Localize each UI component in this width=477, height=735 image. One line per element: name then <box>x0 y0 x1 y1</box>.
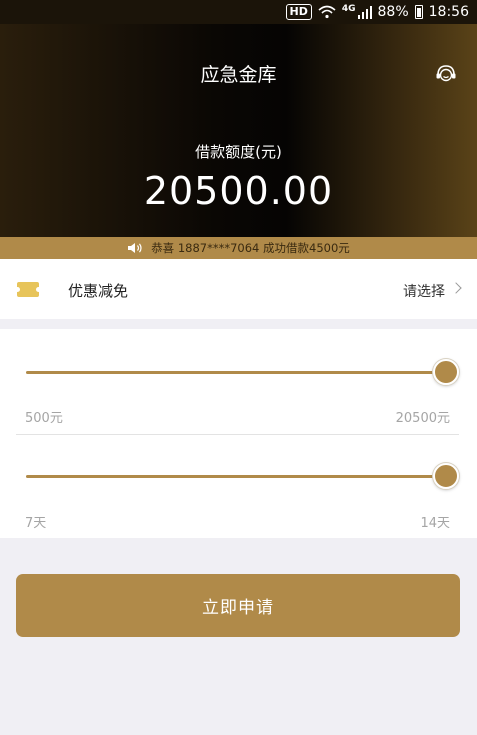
coupon-select-text[interactable]: 请选择 <box>403 281 445 301</box>
term-slider-track[interactable] <box>26 475 446 478</box>
customer-service-icon[interactable] <box>435 64 457 84</box>
hd-badge: HD <box>285 4 312 20</box>
term-max-label: 14天 <box>420 516 450 531</box>
battery-percent: 88% <box>377 4 409 20</box>
slider-divider <box>16 434 459 435</box>
amount-max-label: 20500元 <box>395 411 450 426</box>
amount-slider-track[interactable] <box>26 371 446 374</box>
apply-button[interactable]: 立即申请 <box>16 574 460 637</box>
signal-icon <box>357 5 372 19</box>
coupon-row[interactable]: 优惠减免 请选择 <box>0 259 477 319</box>
speaker-icon <box>128 243 142 253</box>
coupon-label: 优惠减免 <box>68 282 129 300</box>
term-min-label: 7天 <box>25 516 47 531</box>
credit-limit-label: 借款额度(元) <box>195 143 282 161</box>
network-type: 4G <box>341 4 356 14</box>
chevron-right-icon <box>450 282 462 294</box>
battery-icon <box>414 5 423 19</box>
ticket-icon <box>15 282 41 297</box>
notice-bar: 恭喜 1887****7064 成功借款4500元 <box>0 237 477 259</box>
page-title: 应急金库 <box>200 64 277 86</box>
page: HD 4G 88% 18:56 应急金库 借款额度(元) 20500.00 恭喜… <box>0 0 477 735</box>
amount-slider-thumb[interactable] <box>433 359 459 385</box>
clock: 18:56 <box>428 4 469 20</box>
wifi-icon <box>318 5 336 19</box>
slider-panel: 500元 20500元 7天 14天 <box>0 329 477 538</box>
notice-text: 恭喜 1887****7064 成功借款4500元 <box>151 241 350 255</box>
header: 应急金库 借款额度(元) 20500.00 <box>0 24 477 237</box>
status-bar: HD 4G 88% 18:56 <box>0 0 477 24</box>
credit-limit-amount: 20500.00 <box>143 169 334 213</box>
term-slider-thumb[interactable] <box>433 463 459 489</box>
amount-min-label: 500元 <box>25 411 63 426</box>
